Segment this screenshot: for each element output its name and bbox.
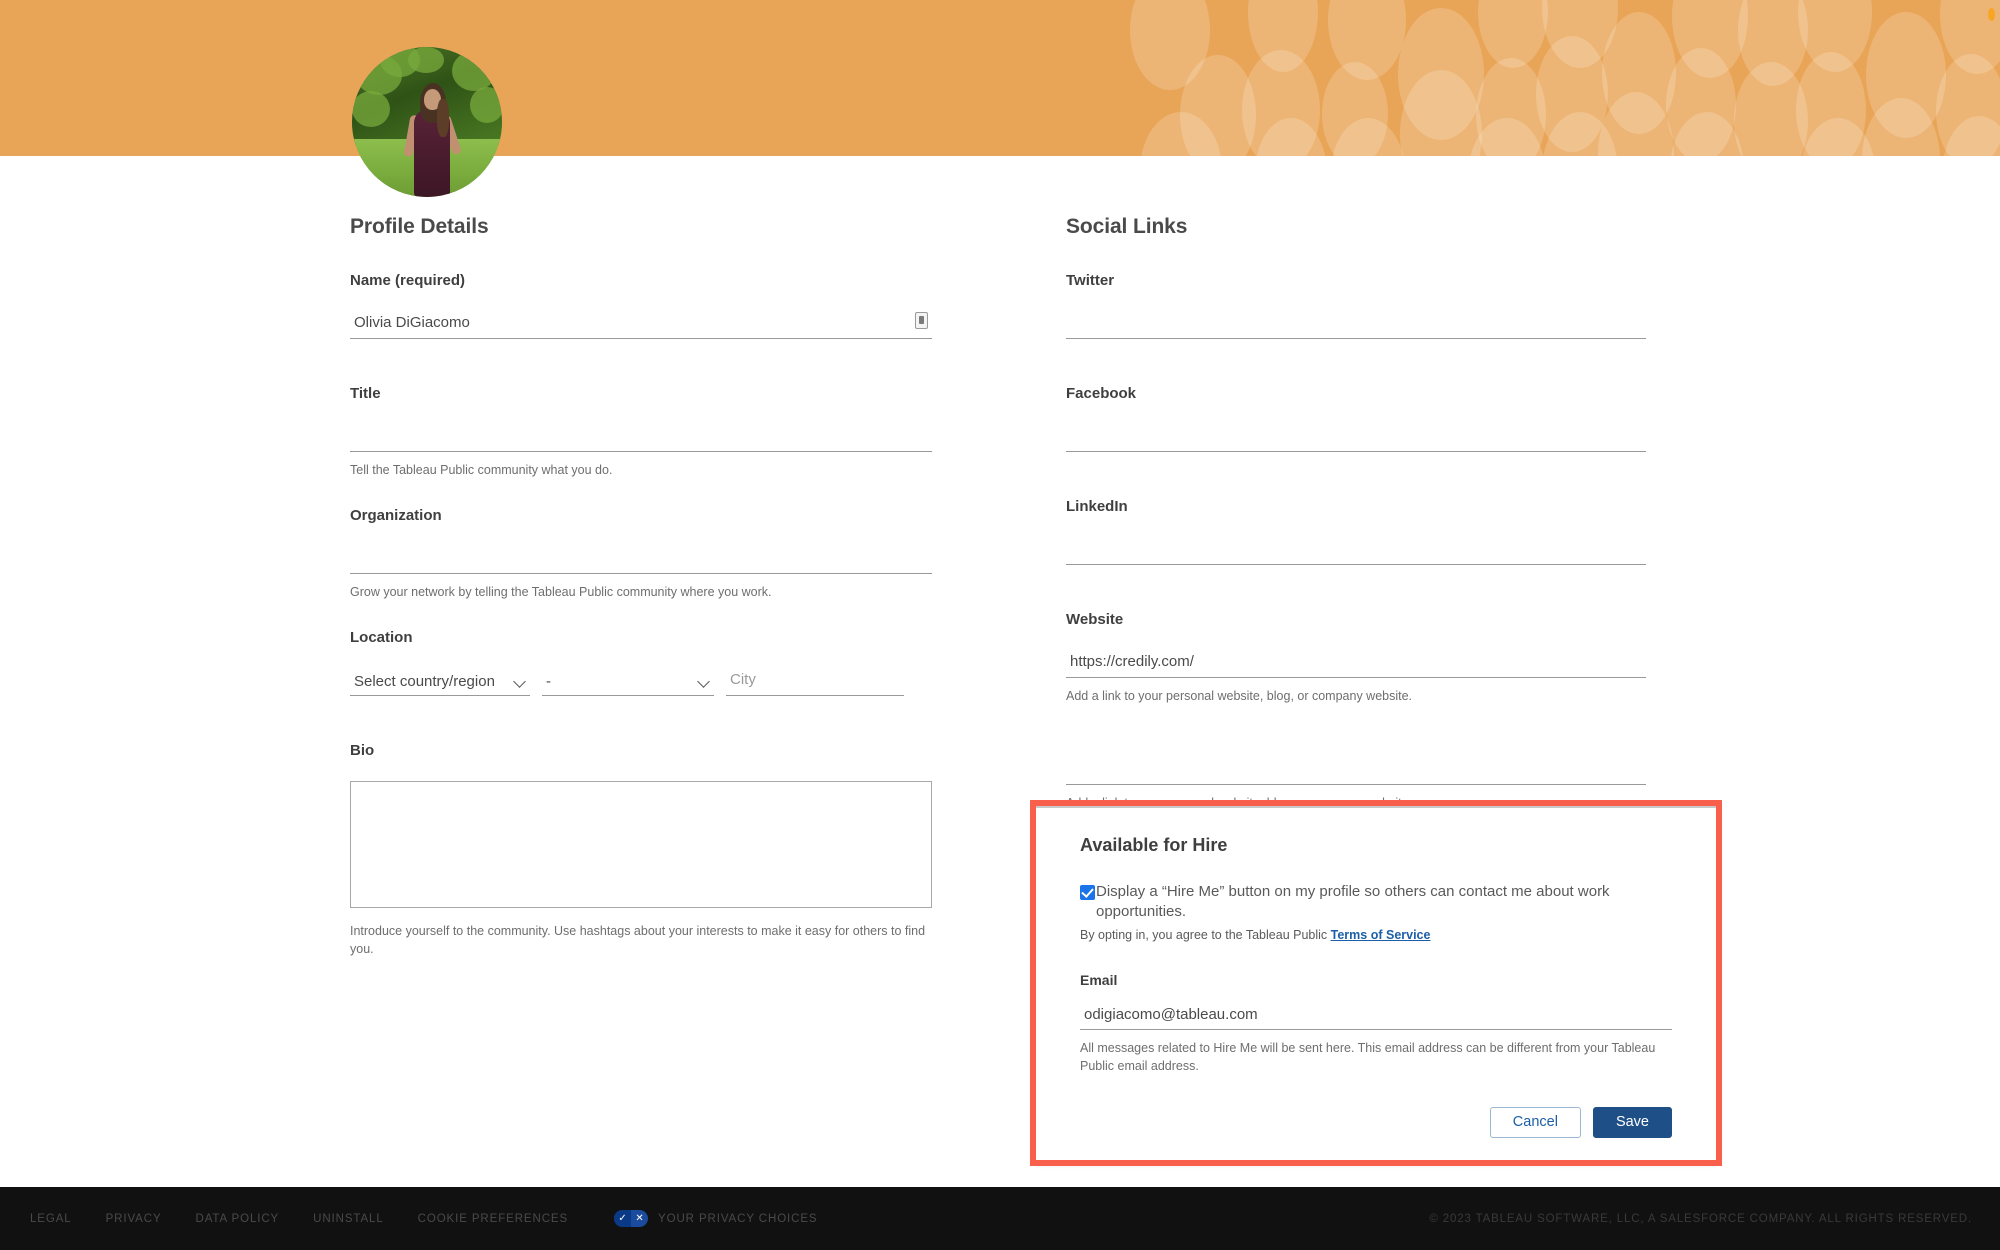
field-facebook: Facebook — [1066, 385, 1646, 452]
organization-helper: Grow your network by telling the Tableau… — [350, 585, 772, 600]
field-name: Name (required) — [350, 272, 932, 339]
title-input[interactable] — [350, 424, 932, 452]
facebook-input[interactable] — [1066, 424, 1646, 452]
field-website: Website Add a link to your personal webs… — [1066, 611, 1646, 705]
website-input[interactable] — [1066, 650, 1646, 678]
privacy-choices-label: YOUR PRIVACY CHOICES — [658, 1212, 818, 1225]
footer-link-legal[interactable]: LEGAL — [30, 1213, 72, 1225]
chevron-down-icon — [697, 675, 710, 689]
city-input[interactable] — [726, 668, 904, 697]
name-input[interactable] — [350, 311, 932, 339]
profile-details-heading: Profile Details — [350, 215, 489, 238]
country-select-value: Select country/region — [354, 673, 495, 691]
field-bio: Bio Introduce yourself to the community.… — [350, 742, 932, 958]
organization-label: Organization — [350, 507, 442, 525]
social-links-column: Social Links Twitter Facebook LinkedIn W… — [1066, 215, 1646, 812]
state-select-value: - — [546, 673, 551, 691]
field-linkedin: LinkedIn — [1066, 498, 1646, 565]
field-twitter: Twitter — [1066, 272, 1646, 339]
bio-textarea[interactable] — [350, 781, 932, 909]
location-label: Location — [350, 629, 413, 647]
name-label: Name (required) — [350, 272, 466, 289]
banner-accent-dot — [1988, 8, 1995, 21]
avatar[interactable] — [352, 47, 502, 197]
footer-links: LEGAL PRIVACY DATA POLICY UNINSTALL COOK… — [30, 1210, 817, 1227]
bio-label: Bio — [350, 742, 375, 760]
linkedin-input[interactable] — [1066, 537, 1646, 565]
site-footer: LEGAL PRIVACY DATA POLICY UNINSTALL COOK… — [0, 1187, 2000, 1250]
country-select[interactable]: Select country/region — [350, 668, 530, 697]
facebook-label: Facebook — [1066, 385, 1137, 402]
avatar-leaf — [408, 47, 444, 73]
avatar-leaf — [352, 91, 390, 127]
autofill-icon[interactable] — [915, 312, 928, 329]
check-icon: ✓ — [614, 1210, 632, 1227]
bio-helper: Introduce yourself to the community. Use… — [350, 924, 926, 957]
highlight-annotation-box — [1030, 800, 1722, 1166]
state-select[interactable]: - — [542, 668, 714, 697]
banner-pattern — [1130, 0, 2000, 156]
footer-link-cookie-preferences[interactable]: COOKIE PREFERENCES — [418, 1213, 568, 1225]
copyright-text: © 2023 TABLEAU SOFTWARE, LLC, A SALESFOR… — [1429, 1212, 1972, 1225]
field-location: Location Select country/region - — [350, 629, 932, 697]
twitter-input[interactable] — [1066, 311, 1646, 339]
profile-settings-page: Profile Details Name (required) Title Te… — [0, 0, 2000, 1250]
privacy-choices-control[interactable]: ✓ ✕ YOUR PRIVACY CHOICES — [614, 1210, 817, 1227]
title-label: Title — [350, 385, 381, 402]
profile-banner — [0, 0, 2000, 156]
chevron-down-icon — [513, 675, 526, 689]
linkedin-label: LinkedIn — [1066, 498, 1128, 515]
field-title: Title Tell the Tableau Public community … — [350, 385, 932, 479]
social-links-heading: Social Links — [1066, 215, 1188, 238]
footer-link-privacy[interactable]: PRIVACY — [106, 1213, 162, 1225]
website-helper: Add a link to your personal website, blo… — [1066, 689, 1413, 703]
avatar-leaf — [452, 51, 496, 91]
profile-details-column: Profile Details Name (required) Title Te… — [350, 215, 932, 959]
location-row: Select country/region - — [350, 668, 932, 697]
footer-link-data-policy[interactable]: DATA POLICY — [196, 1213, 280, 1225]
website-secondary-input[interactable] — [1066, 757, 1646, 786]
avatar-leaf — [470, 87, 502, 123]
avatar-hair-strand — [437, 99, 449, 137]
title-helper: Tell the Tableau Public community what y… — [350, 463, 613, 477]
field-organization: Organization Grow your network by tellin… — [350, 507, 932, 601]
website-label: Website — [1066, 611, 1124, 628]
twitter-label: Twitter — [1066, 272, 1115, 289]
organization-input[interactable] — [350, 546, 932, 575]
x-icon: ✕ — [635, 1213, 644, 1224]
footer-link-uninstall[interactable]: UNINSTALL — [313, 1213, 384, 1225]
privacy-choices-icon: ✓ ✕ — [614, 1210, 649, 1227]
